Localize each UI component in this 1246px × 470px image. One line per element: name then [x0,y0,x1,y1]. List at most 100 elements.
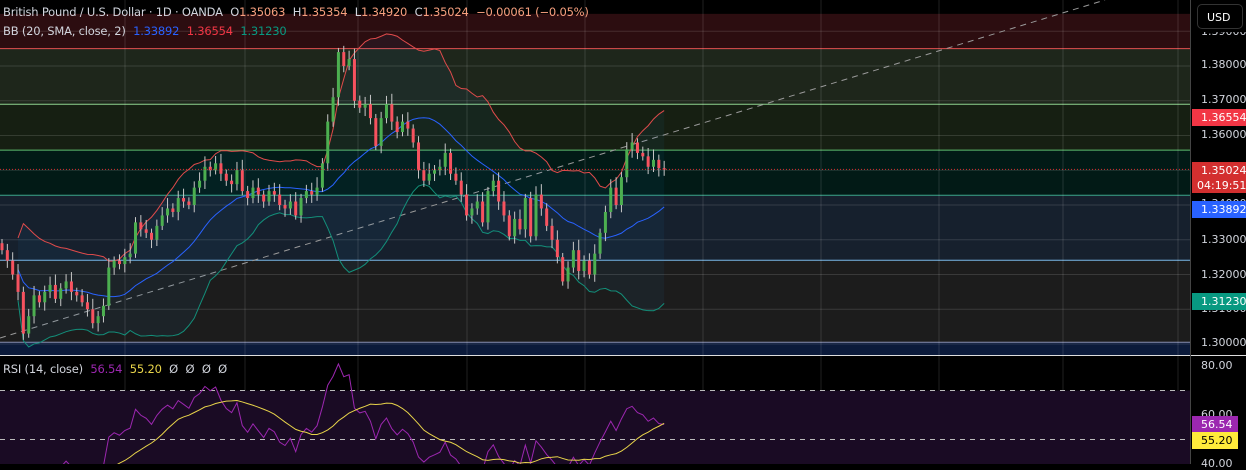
candle-body [587,260,591,275]
candle-body [198,180,202,188]
open-label: O [230,5,240,19]
candle-body [176,198,180,212]
candle-body [326,121,330,164]
candle-body [134,222,137,254]
candle-body [465,194,469,216]
candle-body [69,281,73,292]
candle-body [53,284,57,299]
candle-body [614,187,618,205]
candle-body [64,281,68,289]
ohlc-open: O1.35063 [230,5,285,19]
candle-body [481,201,485,223]
candle-body [246,191,250,199]
candle-body [283,205,287,209]
candle-body [37,295,41,303]
candle-body [641,152,645,157]
price-tick: 1.32000 [1201,268,1246,281]
candle-body [16,274,20,292]
candle-body [128,253,132,258]
currency-button[interactable]: USD [1197,4,1243,29]
ohlc-close: C1.35024 [415,5,469,19]
candle-body [646,156,650,167]
candle-body [507,215,511,237]
candle-body [577,250,581,272]
rsi-empty-value: Ø [169,362,179,376]
candle-body [144,229,148,233]
candle-body [32,295,36,317]
candle-body [224,173,228,181]
last-price-badge: 1.35024 04:19:51 [1192,162,1246,193]
candle-body [310,191,314,195]
candle-body [379,118,383,146]
price-axis[interactable]: USD 1.39000 1.38000 1.37000 1.36000 1.34… [1190,0,1246,470]
candle-body [518,218,522,230]
candle-body [475,201,479,209]
symbol-legend: British Pound / U.S. Dollar · 1D · OANDA… [3,5,593,19]
candle-body [256,187,260,195]
candle-body [635,142,639,153]
candle-body [112,260,116,268]
candle-body [411,128,415,143]
candle-body [160,215,164,226]
candle-body [593,253,597,275]
price-tick: 1.38000 [1201,58,1246,71]
candle-body [384,104,388,119]
open-value: 1.35063 [239,5,286,19]
candle-body [651,159,655,167]
bb-legend: BB (20, SMA, close, 2) 1.33892 1.36554 1… [3,24,290,38]
candle-body [619,177,623,205]
candle-body [331,97,335,122]
price-tick: 1.36000 [1201,128,1246,141]
candle-body [43,291,47,303]
last-price: 1.35024 [1201,164,1246,177]
rsi-value: 56.54 [90,362,123,376]
candle-body [630,142,634,150]
price-tick: 1.33000 [1201,233,1246,246]
candle-body [96,316,100,324]
candle-body [11,260,15,275]
candle-body [171,208,175,212]
candle-body [529,198,533,237]
candle-body [449,152,453,174]
bb-label[interactable]: BB (20, SMA, close, 2) [3,24,126,38]
rsi-empty-value: Ø [201,362,211,376]
candle-body [240,170,244,192]
symbol-title[interactable]: British Pound / U.S. Dollar · 1D · OANDA [3,5,223,19]
candle-body [342,52,346,66]
candle-body [486,191,490,223]
bb-lower-value: 1.31230 [240,24,287,38]
candle-body [304,191,308,199]
candle-body [491,180,495,192]
candle-body [625,149,629,178]
candle-body [139,222,143,230]
candle-body [374,118,378,146]
candle-body [368,104,372,119]
candle-body [433,170,437,174]
bb-lower-badge: 1.31230 [1192,293,1246,310]
candle-body [470,208,474,216]
bb-basis-value: 1.33892 [133,24,180,38]
bb-upper-value: 1.36554 [186,24,233,38]
candle-body [534,194,538,237]
candle-body [598,232,602,254]
candle-body [609,187,613,212]
candle-body [294,201,298,216]
candle-body [155,225,159,240]
candle-body [278,194,282,205]
rsi-label[interactable]: RSI (14, close) [3,362,83,376]
candle-body [272,191,276,195]
candle-body [523,198,527,230]
ohlc-high: H1.35354 [293,5,348,19]
candle-body [117,260,121,265]
price-tick: 1.37000 [1201,93,1246,106]
candle-body [0,243,4,251]
chart-canvas[interactable] [0,0,1190,464]
candle-body [395,121,399,133]
candle-body [417,142,421,171]
candle-body [91,309,95,324]
candle-body [657,159,661,169]
candle-body [555,239,559,258]
candle-body [427,173,431,181]
candle-body [5,250,9,261]
candle-body [459,180,463,195]
